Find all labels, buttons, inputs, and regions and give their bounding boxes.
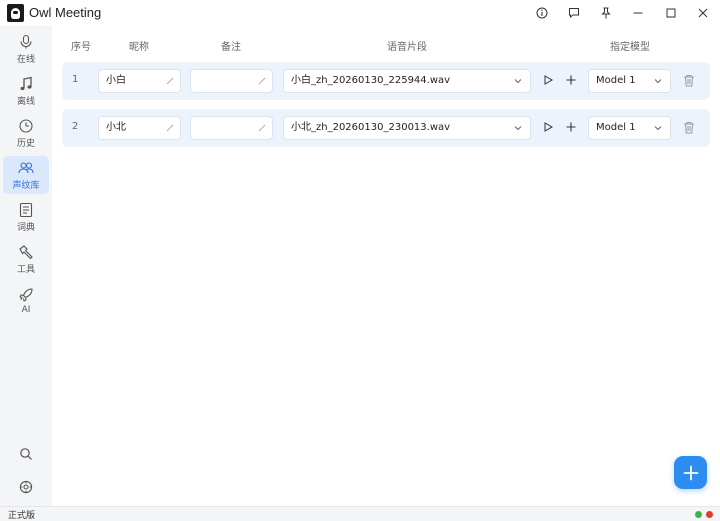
edition-label: 正式版 [8,511,36,521]
clock-icon [19,118,33,133]
edit-pen-icon [166,124,174,132]
owl-logo-icon [7,4,24,22]
model-value: Model 1 [596,122,636,133]
sidebar-item-label: 在线 [16,54,35,65]
nickname-value: 小北 [106,122,126,133]
users-icon [18,161,34,173]
plus-icon [683,465,698,480]
sidebar: 在线 离线 历史 声纹库 词典 工具 AI [0,26,52,506]
status-bar: 正式版 [0,506,720,521]
header-note: 备注 [221,42,241,53]
info-icon[interactable] [531,3,553,23]
minimize-icon[interactable] [627,3,649,23]
nickname-field[interactable]: 小北 [98,116,181,140]
sidebar-item-label: 离线 [16,96,35,107]
header-clip: 语音片段 [387,42,427,53]
pin-icon[interactable] [595,3,617,23]
app-title: Owl Meeting [29,5,102,20]
chat-icon[interactable] [563,3,585,23]
model-value: Model 1 [596,75,636,86]
table-row: 1 小白 小白_zh_20260130_225944.wav Model 1 [62,62,710,100]
note-field[interactable] [190,69,273,93]
edit-pen-icon [258,77,266,85]
header-index: 序号 [71,42,91,53]
edit-pen-icon [166,77,174,85]
title-bar: Owl Meeting [0,0,720,26]
mic-icon [20,34,32,48]
sidebar-item-tools[interactable]: 工具 [3,240,49,278]
hammer-icon [19,244,33,259]
rocket-icon [19,288,33,302]
sidebar-item-label: 历史 [16,138,35,149]
play-button[interactable] [541,73,555,87]
header-nickname: 昵称 [129,42,149,53]
model-select[interactable]: Model 1 [588,69,671,93]
chevron-down-icon [654,126,662,131]
nickname-value: 小白 [106,75,126,86]
delete-button[interactable] [682,120,696,134]
settings-icon[interactable] [16,477,36,497]
play-button[interactable] [541,120,555,134]
header-model: 指定模型 [610,42,650,53]
voiceprint-library: 序号 昵称 备注 语音片段 指定模型 1 小白 小白_zh_20260130_2… [52,26,720,506]
table-row: 2 小北 小北_zh_20260130_230013.wav Model 1 [62,109,710,147]
chevron-down-icon [654,79,662,84]
voice-clip-value: 小白_zh_20260130_225944.wav [291,75,451,86]
sidebar-item-label: AI [21,305,31,315]
sidebar-item-history[interactable]: 历史 [3,114,49,152]
model-select[interactable]: Model 1 [588,116,671,140]
row-index: 2 [72,121,79,132]
dictionary-icon [19,202,33,217]
sidebar-item-label: 声纹库 [12,180,40,191]
sidebar-item-label: 词典 [16,222,35,233]
close-icon[interactable] [692,3,714,23]
sidebar-item-ai[interactable]: AI [3,282,49,320]
music-note-icon [20,76,32,90]
row-index: 1 [72,74,79,85]
voice-clip-select[interactable]: 小白_zh_20260130_225944.wav [283,69,531,93]
add-clip-button[interactable] [564,120,578,134]
voice-clip-value: 小北_zh_20260130_230013.wav [291,122,451,133]
status-dot-green [695,511,702,518]
search-icon[interactable] [16,444,36,464]
chevron-down-icon [514,79,522,84]
nickname-field[interactable]: 小白 [98,69,181,93]
delete-button[interactable] [682,73,696,87]
chevron-down-icon [514,126,522,131]
sidebar-item-label: 工具 [16,264,35,275]
voice-clip-select[interactable]: 小北_zh_20260130_230013.wav [283,116,531,140]
sidebar-item-voiceprint[interactable]: 声纹库 [3,156,49,194]
add-voiceprint-button[interactable] [674,456,707,489]
sidebar-item-online[interactable]: 在线 [3,30,49,68]
maximize-icon[interactable] [660,3,682,23]
status-dot-red [706,511,713,518]
add-clip-button[interactable] [564,73,578,87]
edit-pen-icon [258,124,266,132]
sidebar-item-offline[interactable]: 离线 [3,72,49,110]
sidebar-item-dictionary[interactable]: 词典 [3,198,49,236]
note-field[interactable] [190,116,273,140]
